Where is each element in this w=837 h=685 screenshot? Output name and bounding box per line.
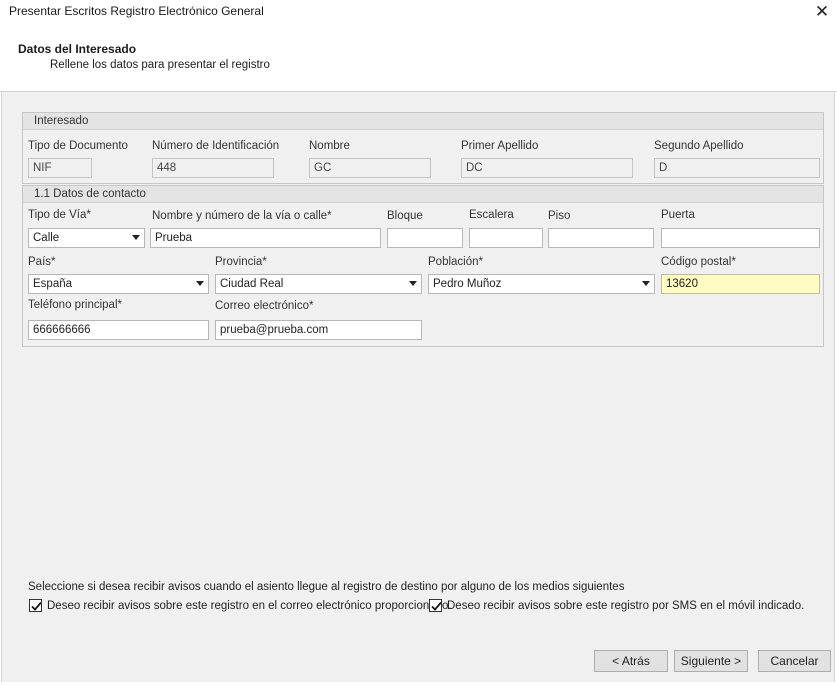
- tipo-documento-label: Tipo de Documento: [28, 140, 128, 152]
- codigo-postal-label: Código postal*: [661, 256, 736, 268]
- telefono-label: Teléfono principal*: [28, 299, 122, 311]
- nombre-via-input[interactable]: Prueba: [150, 228, 381, 248]
- numero-identificacion-label: Número de Identificación: [152, 140, 280, 152]
- email-avisos-option[interactable]: Deseo recibir avisos sobre este registro…: [29, 599, 452, 612]
- telefono-input[interactable]: 666666666: [28, 320, 209, 340]
- chevron-down-icon: [132, 235, 140, 240]
- primer-apellido-field: DC: [461, 158, 633, 178]
- form-body: Interesado Tipo de Documento NIF Número …: [1, 92, 835, 682]
- page-subtitle: Rellene los datos para presentar el regi…: [50, 59, 270, 71]
- back-button[interactable]: < Atrás: [594, 650, 668, 672]
- dialog-window: Presentar Escritos Registro Electrónico …: [0, 0, 837, 685]
- nombre-via-label: Nombre y número de la vía o calle*: [152, 210, 332, 222]
- chevron-down-icon: [642, 281, 650, 286]
- primer-apellido-label: Primer Apellido: [461, 140, 539, 152]
- numero-identificacion-field: 448: [152, 158, 274, 178]
- segundo-apellido-label: Segundo Apellido: [654, 140, 744, 152]
- provincia-value: Ciudad Real: [220, 278, 284, 290]
- page-title: Datos del Interesado: [18, 42, 137, 56]
- poblacion-select[interactable]: Pedro Muñoz: [428, 274, 655, 294]
- pais-value: España: [33, 278, 73, 290]
- puerta-label: Puerta: [661, 209, 695, 221]
- escalera-input[interactable]: [469, 228, 543, 248]
- pais-select[interactable]: España: [28, 274, 209, 294]
- email-avisos-checkbox[interactable]: [29, 599, 42, 612]
- cancel-button[interactable]: Cancelar: [758, 650, 831, 672]
- puerta-input[interactable]: [661, 228, 820, 248]
- sms-avisos-checkbox[interactable]: [429, 599, 442, 612]
- window-title: Presentar Escritos Registro Electrónico …: [9, 4, 264, 18]
- tipo-via-value: Calle: [33, 232, 60, 244]
- codigo-postal-input[interactable]: 13620: [661, 274, 820, 294]
- tipo-via-select[interactable]: Calle: [28, 228, 145, 248]
- poblacion-label: Población*: [428, 256, 483, 268]
- escalera-label: Escalera: [469, 209, 514, 221]
- interesado-group: Interesado Tipo de Documento NIF Número …: [22, 112, 824, 184]
- nombre-label: Nombre: [309, 140, 350, 152]
- segundo-apellido-field: D: [654, 158, 820, 178]
- bloque-input[interactable]: [387, 228, 463, 248]
- checkmark-icon: [431, 601, 442, 611]
- title-bar: Presentar Escritos Registro Electrónico …: [0, 0, 837, 24]
- piso-label: Piso: [548, 210, 571, 222]
- email-avisos-label: Deseo recibir avisos sobre este registro…: [47, 599, 452, 612]
- tipo-via-label: Tipo de Vía*: [28, 209, 91, 221]
- piso-input[interactable]: [548, 228, 654, 248]
- sms-avisos-option[interactable]: Deseo recibir avisos sobre este registro…: [429, 599, 804, 612]
- sms-avisos-label: Deseo recibir avisos sobre este registro…: [447, 599, 805, 612]
- bloque-label: Bloque: [387, 210, 423, 222]
- close-icon[interactable]: ✕: [807, 0, 837, 24]
- correo-input[interactable]: prueba@prueba.com: [215, 320, 422, 340]
- provincia-select[interactable]: Ciudad Real: [215, 274, 422, 294]
- correo-label: Correo electrónico*: [215, 300, 314, 312]
- interesado-group-title: Interesado: [23, 113, 823, 130]
- wizard-header: Datos del Interesado Rellene los datos p…: [0, 24, 837, 92]
- chevron-down-icon: [409, 281, 417, 286]
- avisos-intro: Seleccione si desea recibir avisos cuand…: [28, 581, 625, 593]
- chevron-down-icon: [196, 281, 204, 286]
- pais-label: País*: [28, 256, 56, 268]
- contacto-group-title: 1.1 Datos de contacto: [23, 186, 823, 203]
- checkmark-icon: [31, 601, 42, 611]
- tipo-documento-field: NIF: [28, 158, 92, 178]
- poblacion-value: Pedro Muñoz: [433, 278, 502, 290]
- provincia-label: Provincia*: [215, 256, 267, 268]
- contacto-group: 1.1 Datos de contacto Tipo de Vía* Calle…: [22, 185, 824, 347]
- next-button[interactable]: Siguiente >: [674, 650, 748, 672]
- nombre-field: GC: [309, 158, 431, 178]
